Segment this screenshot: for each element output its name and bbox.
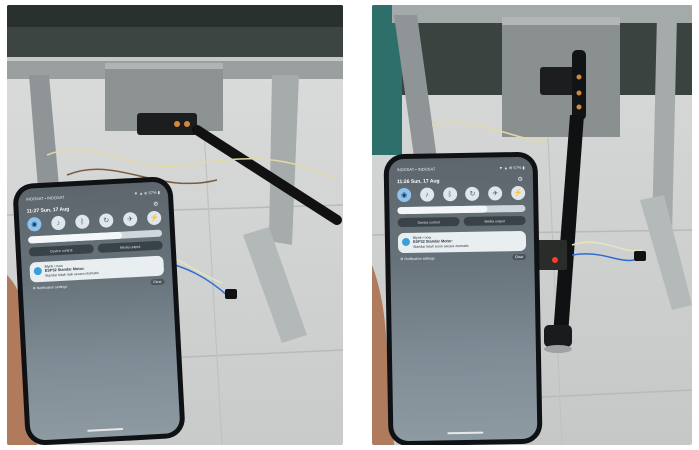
control-pills: Device control Media output: [28, 240, 163, 257]
airplane-icon[interactable]: ✈: [488, 186, 503, 201]
status-icons: ▼ ▲ ⊕ 57% ▮: [498, 164, 525, 171]
status-icons: ▼ ▲ ⊕ 57% ▮: [133, 189, 160, 197]
rotate-icon[interactable]: ↻: [465, 186, 480, 201]
smartphone: INDOSAT • INDOSAT ▼ ▲ ⊕ 57% ▮ 11:27 Sun,…: [12, 175, 186, 445]
gear-icon[interactable]: ⚙: [517, 176, 522, 183]
control-pills: Device control Media output: [397, 215, 526, 228]
home-indicator[interactable]: [447, 431, 484, 435]
carrier-label: INDOSAT • INDOSAT: [396, 166, 436, 173]
blynk-notification[interactable]: Blynk • now ESP32 Standar Motor: Standar…: [397, 230, 527, 254]
bluetooth-icon[interactable]: ᛒ: [442, 187, 457, 202]
notification-settings-link[interactable]: ⚙ Notification settings: [33, 285, 68, 291]
photo-left-kickstand-raised: INDOSAT • INDOSAT ▼ ▲ ⊕ 57% ▮ 11:27 Sun,…: [7, 5, 343, 445]
rotate-icon[interactable]: ↻: [98, 213, 114, 228]
notification-settings-link[interactable]: ⚙ Notification settings: [400, 256, 435, 261]
device-control-button[interactable]: Device control: [28, 244, 94, 257]
home-indicator[interactable]: [87, 427, 124, 432]
flashlight-icon[interactable]: ⚡: [511, 185, 526, 201]
clock-date: 11:26 Sun, 17 Aug: [396, 178, 440, 186]
quick-settings-tiles: ◉ ♪ ᛒ ↻ ✈ ⚡: [397, 185, 526, 203]
quick-settings-tiles: ◉ ♪ ᛒ ↻ ✈ ⚡: [27, 210, 162, 232]
flashlight-icon[interactable]: ⚡: [146, 210, 162, 226]
media-output-button[interactable]: Media output: [97, 240, 163, 253]
blynk-app-icon: [401, 237, 411, 247]
brightness-fill: [397, 205, 488, 215]
wifi-icon[interactable]: ◉: [397, 187, 412, 203]
blynk-notification[interactable]: Blynk • now ESP32 Standar Motor: Standar…: [29, 255, 165, 283]
phone-screen: INDOSAT • INDOSAT ▼ ▲ ⊕ 57% ▮ 11:26 Sun,…: [388, 156, 538, 442]
brightness-fill: [28, 231, 123, 244]
notification-text: Blynk • now ESP32 Standar Motor: Standar…: [45, 259, 161, 278]
phone-screen: INDOSAT • INDOSAT ▼ ▲ ⊕ 57% ▮ 11:27 Sun,…: [17, 181, 181, 441]
media-output-button[interactable]: Media output: [463, 215, 526, 226]
status-bar: INDOSAT • INDOSAT ▼ ▲ ⊕ 57% ▮: [26, 190, 160, 202]
clear-button[interactable]: Clear: [150, 278, 165, 286]
sound-icon[interactable]: ♪: [50, 215, 66, 231]
clear-button[interactable]: Clear: [511, 253, 527, 261]
photo-right-kickstand-lowered: INDOSAT • INDOSAT ▼ ▲ ⊕ 57% ▮ 11:26 Sun,…: [372, 5, 692, 445]
gear-icon[interactable]: ⚙: [153, 201, 159, 208]
airplane-icon[interactable]: ✈: [122, 211, 138, 227]
clock-date: 11:27 Sun, 17 Aug: [26, 206, 70, 215]
smartphone: INDOSAT • INDOSAT ▼ ▲ ⊕ 57% ▮ 11:26 Sun,…: [383, 151, 543, 445]
status-bar: INDOSAT • INDOSAT ▼ ▲ ⊕ 57% ▮: [397, 165, 525, 172]
device-control-button[interactable]: Device control: [397, 217, 460, 228]
wifi-icon[interactable]: ◉: [27, 216, 42, 232]
carrier-label: INDOSAT • INDOSAT: [25, 194, 65, 202]
sound-icon[interactable]: ♪: [419, 187, 435, 202]
bluetooth-icon[interactable]: ᛒ: [74, 214, 90, 230]
brightness-slider[interactable]: [397, 204, 526, 215]
notification-text: Blynk • now ESP32 Standar Motor: Standar…: [413, 234, 522, 249]
blynk-app-icon: [33, 266, 43, 276]
notif-body: Standar telah turun secara otomatis: [413, 244, 469, 249]
